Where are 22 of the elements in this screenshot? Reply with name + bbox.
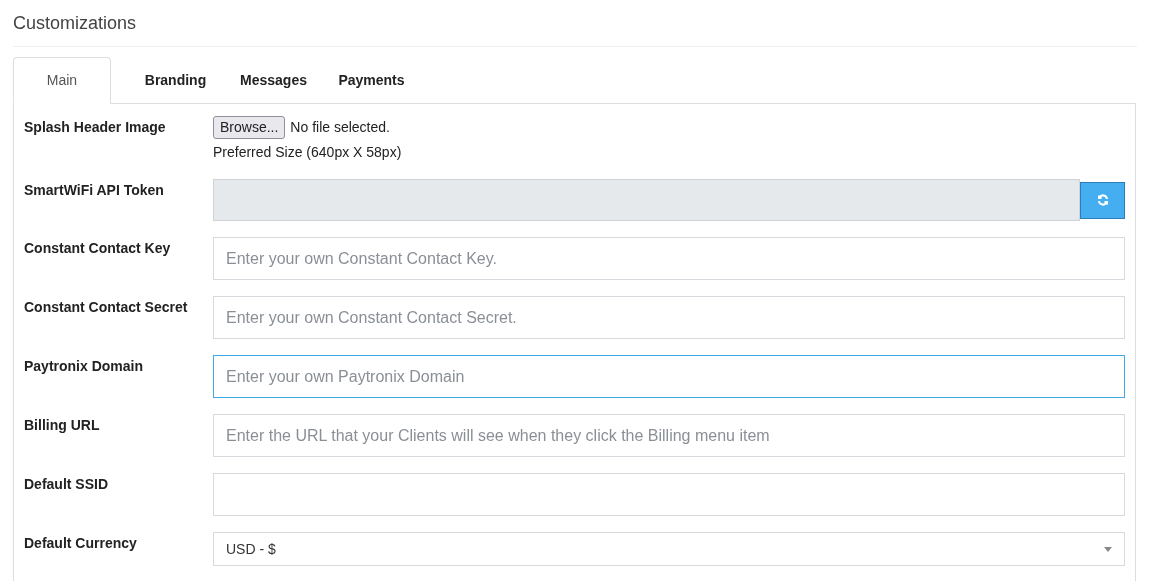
text-field[interactable]: Enter your own Constant Contact Key. xyxy=(213,237,1125,280)
field-label: Constant Contact Secret xyxy=(24,298,189,317)
file-status: No file selected. xyxy=(290,118,390,137)
text-field[interactable]: Enter your own Paytronix Domain xyxy=(213,355,1125,398)
tab[interactable]: Main xyxy=(13,57,111,104)
field-label: Paytronix Domain xyxy=(24,357,145,376)
text-field[interactable] xyxy=(213,473,1125,516)
refresh-icon xyxy=(1096,194,1109,206)
text-field[interactable]: Enter your own Constant Contact Secret. xyxy=(213,296,1125,339)
page-title: Customizations xyxy=(13,11,137,35)
field-label: Splash Header Image xyxy=(24,118,167,137)
browse-button[interactable]: Browse... xyxy=(213,116,286,139)
text-field[interactable]: Enter the URL that your Clients will see when they click the Billing menu item xyxy=(213,414,1125,457)
field-label: Default Currency xyxy=(24,534,138,553)
dropdown-caret-icon xyxy=(1104,546,1112,552)
refresh-button[interactable] xyxy=(1080,181,1125,219)
field-label: Default SSID xyxy=(24,475,109,494)
field-label: Billing URL xyxy=(24,416,101,435)
currency-select[interactable]: USD - $ xyxy=(213,532,1125,566)
size-hint: Preferred Size (640px X 58px) xyxy=(213,143,403,162)
field-label: SmartWiFi API Token xyxy=(24,181,165,200)
field-label: Constant Contact Key xyxy=(24,239,172,258)
